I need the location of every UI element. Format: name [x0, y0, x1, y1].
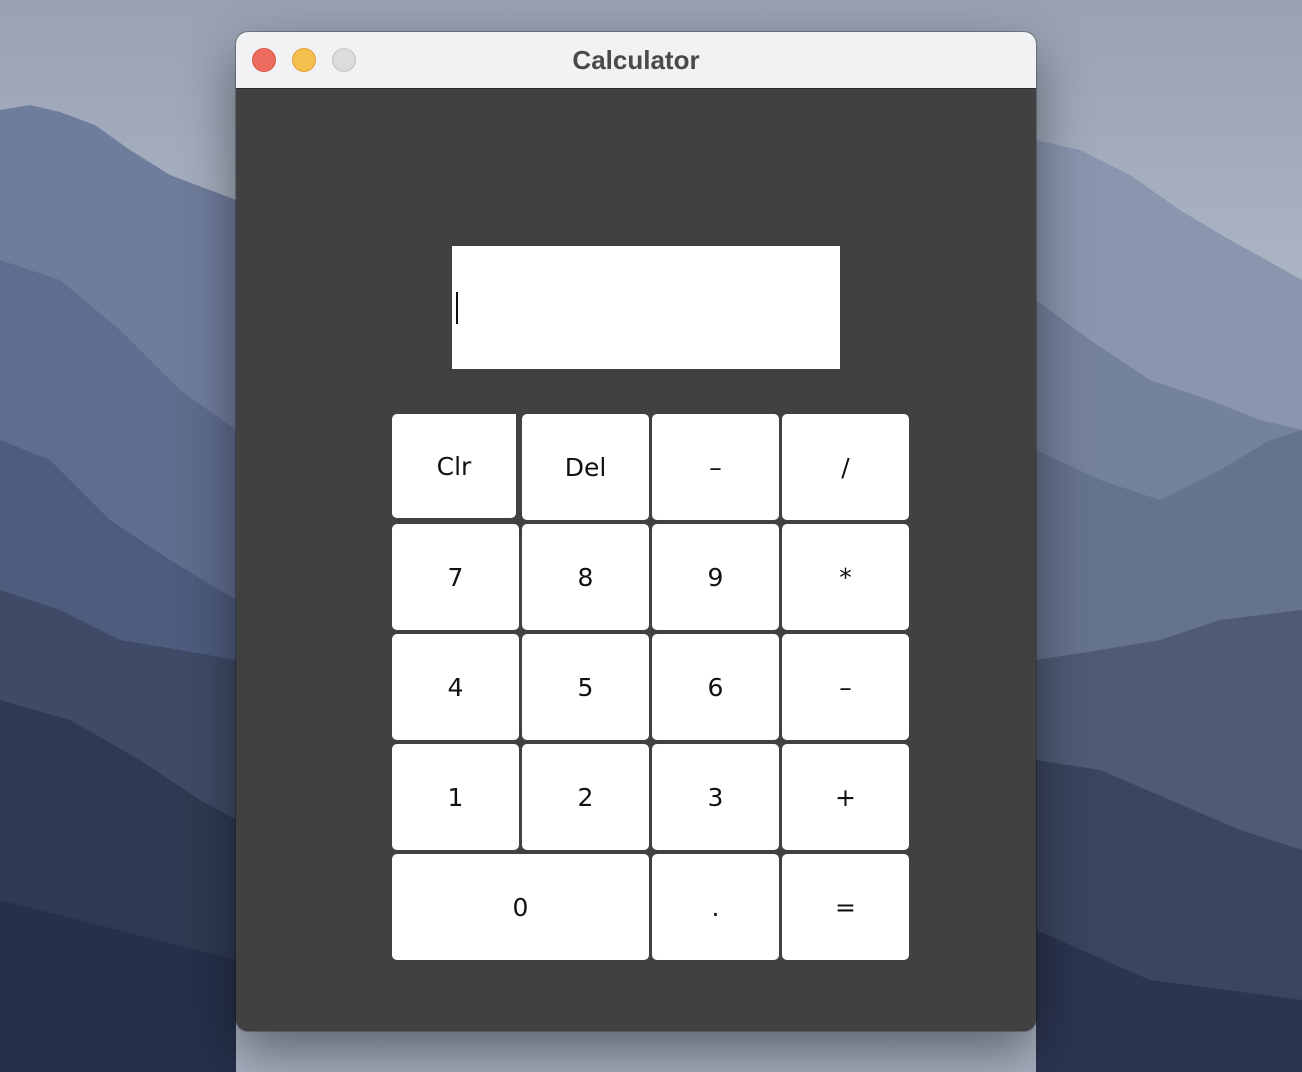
zoom-icon — [332, 48, 356, 72]
close-icon[interactable] — [252, 48, 276, 72]
seven-button[interactable]: 7 — [392, 524, 519, 630]
six-button[interactable]: 6 — [652, 634, 779, 740]
delete-button[interactable]: Del — [522, 414, 649, 520]
four-button[interactable]: 4 — [392, 634, 519, 740]
calculator-window: Calculator Clr Del – / 7 8 9 * 4 5 6 – 1… — [236, 32, 1036, 1031]
zero-button[interactable]: 0 — [392, 854, 649, 960]
add-button[interactable]: + — [782, 744, 909, 850]
five-button[interactable]: 5 — [522, 634, 649, 740]
divide-button[interactable]: / — [782, 414, 909, 520]
multiply-button[interactable]: * — [782, 524, 909, 630]
subtract-button[interactable]: – — [782, 634, 909, 740]
decimal-button[interactable]: . — [652, 854, 779, 960]
window-title: Calculator — [572, 45, 700, 75]
display-field[interactable] — [452, 246, 840, 369]
clear-button[interactable]: Clr — [392, 414, 516, 518]
title-bar[interactable]: Calculator — [236, 32, 1036, 89]
nine-button[interactable]: 9 — [652, 524, 779, 630]
negate-button[interactable]: – — [652, 414, 779, 520]
three-button[interactable]: 3 — [652, 744, 779, 850]
minimize-icon[interactable] — [292, 48, 316, 72]
equals-button[interactable]: = — [782, 854, 909, 960]
two-button[interactable]: 2 — [522, 744, 649, 850]
calculator-body: Clr Del – / 7 8 9 * 4 5 6 – 1 2 3 + 0 . … — [236, 89, 1036, 1031]
one-button[interactable]: 1 — [392, 744, 519, 850]
eight-button[interactable]: 8 — [522, 524, 649, 630]
text-caret — [456, 292, 458, 324]
